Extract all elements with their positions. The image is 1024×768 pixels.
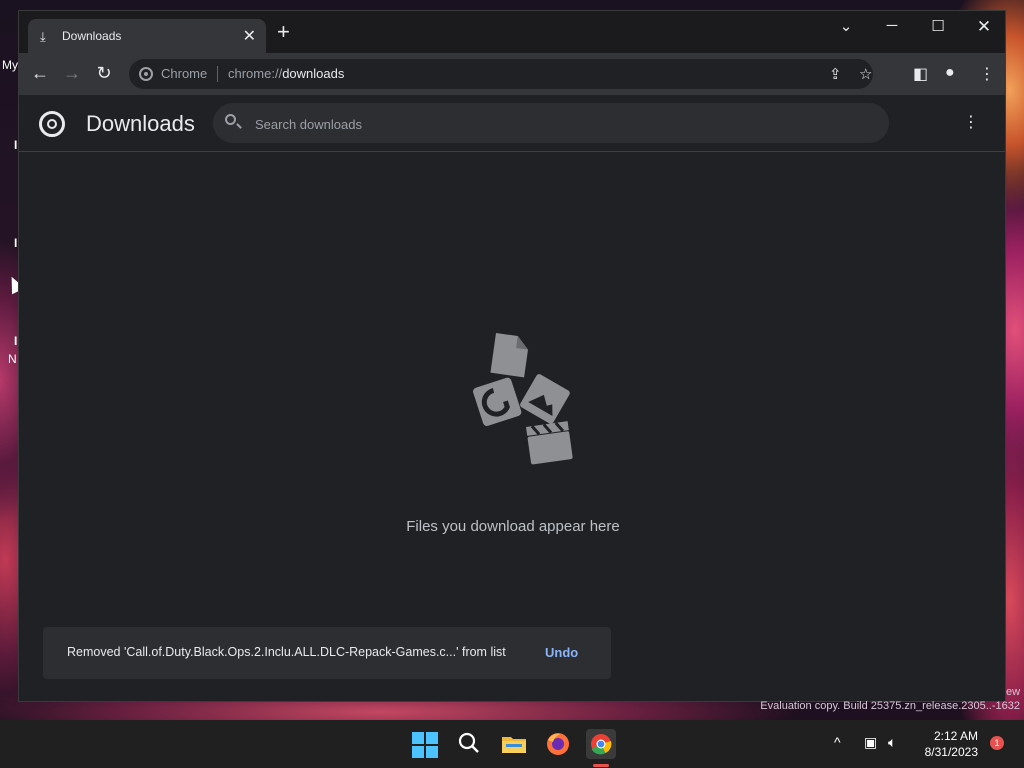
- desktop-icon-label[interactable]: I: [14, 236, 17, 250]
- start-button[interactable]: [412, 732, 438, 758]
- download-icon: ⤓: [40, 29, 46, 44]
- empty-state-message: Files you download appear here: [406, 518, 620, 535]
- desktop-icon-label[interactable]: My: [2, 58, 18, 72]
- file-explorer-icon[interactable]: [500, 730, 528, 758]
- tab-downloads[interactable]: ⤓ Downloads ✕: [28, 19, 266, 53]
- search-input[interactable]: [253, 113, 857, 135]
- back-button[interactable]: ←: [28, 63, 52, 83]
- desktop-icon-label[interactable]: I: [14, 138, 17, 152]
- clock-date: 8/31/2023: [924, 745, 978, 759]
- maximize-button[interactable]: ☐: [923, 17, 953, 35]
- desktop-icon-label[interactable]: I: [14, 334, 17, 348]
- document-icon: [490, 333, 528, 378]
- empty-downloads-illustration: [473, 333, 573, 465]
- url-path: downloads: [282, 66, 345, 81]
- chrome-taskbar-icon[interactable]: [586, 729, 616, 759]
- new-tab-button[interactable]: +: [277, 21, 290, 43]
- downloads-page: Downloads ⋮: [19, 95, 1005, 701]
- url-prefix: chrome://: [228, 66, 283, 81]
- tab-strip: ⤓ Downloads ✕ + ⌄ ─ ☐ ✕: [19, 11, 1005, 53]
- minimize-button[interactable]: ─: [877, 17, 907, 34]
- active-app-indicator: [593, 764, 609, 767]
- downloads-header: Downloads ⋮: [19, 95, 1005, 152]
- firefox-icon[interactable]: [544, 730, 572, 758]
- chrome-site-icon: [139, 67, 153, 81]
- network-icon[interactable]: ▣: [864, 734, 877, 751]
- video-icon: [526, 421, 573, 465]
- downloads-more-menu-icon[interactable]: ⋮: [963, 112, 979, 132]
- audio-icon: [473, 377, 522, 427]
- search-taskbar-icon[interactable]: [456, 730, 484, 758]
- toast-message: Removed 'Call.of.Duty.Black.Ops.2.Inclu.…: [67, 645, 506, 659]
- volume-icon[interactable]: 🔈︎: [888, 734, 896, 751]
- image-icon: [520, 374, 570, 424]
- search-box[interactable]: [213, 103, 889, 143]
- chrome-window: ⤓ Downloads ✕ + ⌄ ─ ☐ ✕ ← → ↻ Chrome chr…: [18, 10, 1006, 702]
- undo-button[interactable]: Undo: [545, 645, 578, 660]
- tab-title: Downloads: [62, 29, 122, 43]
- system-clock[interactable]: 2:12 AM 8/31/2023: [925, 728, 978, 760]
- site-label: Chrome: [161, 66, 208, 81]
- bookmark-star-icon[interactable]: ☆: [859, 65, 872, 83]
- watermark-fragment: ew: [1006, 686, 1021, 698]
- evaluation-watermark: Evaluation copy. Build 25375.zn_release.…: [760, 700, 1020, 712]
- forward-button[interactable]: →: [60, 63, 84, 83]
- url-text[interactable]: chrome://downloads: [228, 66, 344, 81]
- close-tab-icon[interactable]: ✕: [243, 26, 256, 46]
- side-panel-icon[interactable]: ◧: [913, 64, 928, 84]
- removed-toast: Removed 'Call.of.Duty.Black.Ops.2.Inclu.…: [43, 627, 611, 679]
- page-title: Downloads: [86, 111, 195, 136]
- share-icon[interactable]: ⇪: [829, 65, 842, 83]
- search-icon: [225, 114, 236, 125]
- notification-badge[interactable]: 1: [990, 736, 1004, 750]
- taskbar: ^ ▣ 🔈︎ 2:12 AM 8/31/2023 1: [0, 720, 1024, 768]
- omnibox-divider: [217, 66, 218, 82]
- browser-toolbar: ← → ↻ Chrome chrome://downloads ⇪ ☆ ◧ ● …: [19, 53, 1005, 95]
- tab-search-chevron-icon[interactable]: ⌄: [831, 17, 861, 35]
- profile-icon[interactable]: ●: [945, 64, 955, 82]
- address-bar[interactable]: Chrome chrome://downloads ⇪ ☆: [129, 59, 873, 89]
- chrome-menu-icon[interactable]: ⋮: [979, 64, 995, 84]
- desktop-icon-label[interactable]: N: [8, 352, 17, 366]
- show-hidden-icons-chevron-icon[interactable]: ^: [834, 734, 841, 750]
- reload-button[interactable]: ↻: [92, 63, 116, 83]
- chrome-logo-icon: [39, 111, 65, 137]
- close-window-button[interactable]: ✕: [969, 17, 999, 37]
- clock-time: 2:12 AM: [933, 729, 978, 743]
